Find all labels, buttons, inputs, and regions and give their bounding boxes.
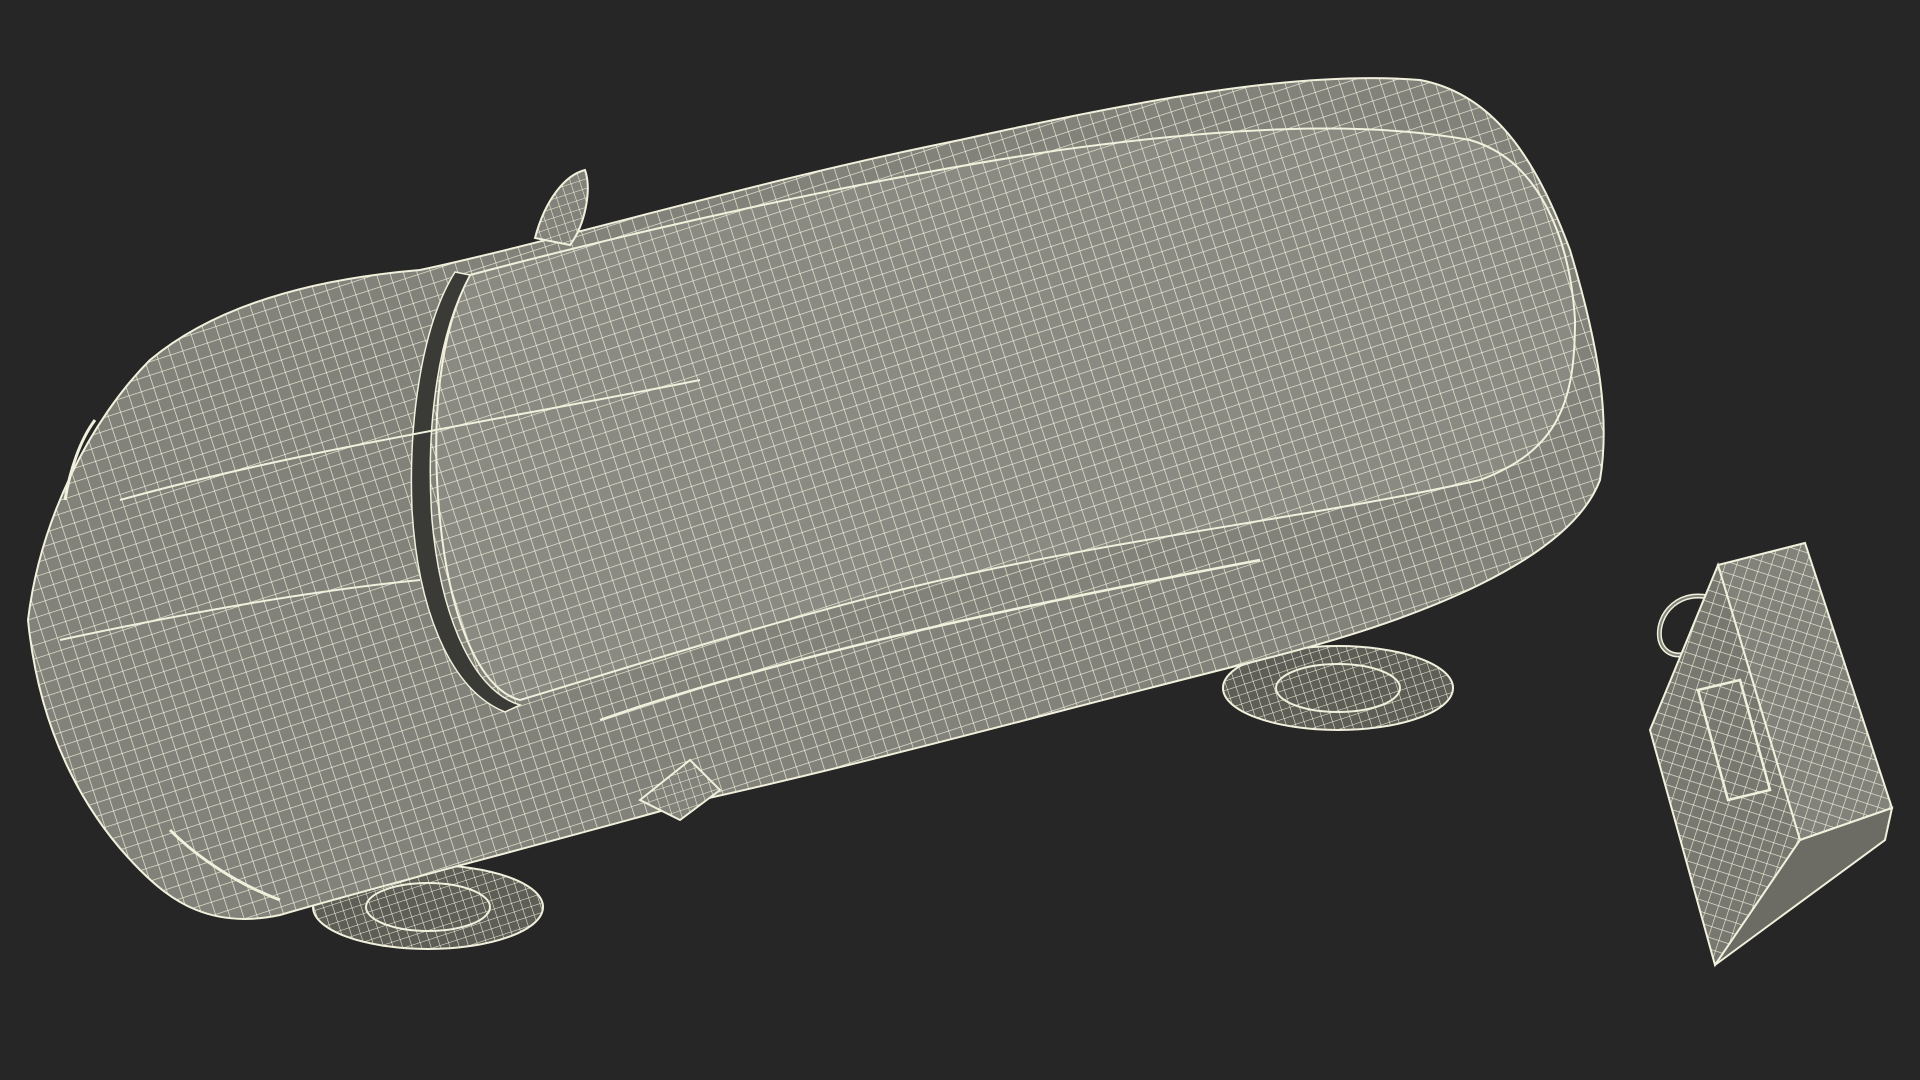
- wall-charger-wireframe-model: [1648, 541, 1894, 968]
- car-wireframe-model: [26, 77, 1605, 950]
- wireframe-render: [26, 77, 1894, 968]
- render-viewport: [0, 0, 1920, 1080]
